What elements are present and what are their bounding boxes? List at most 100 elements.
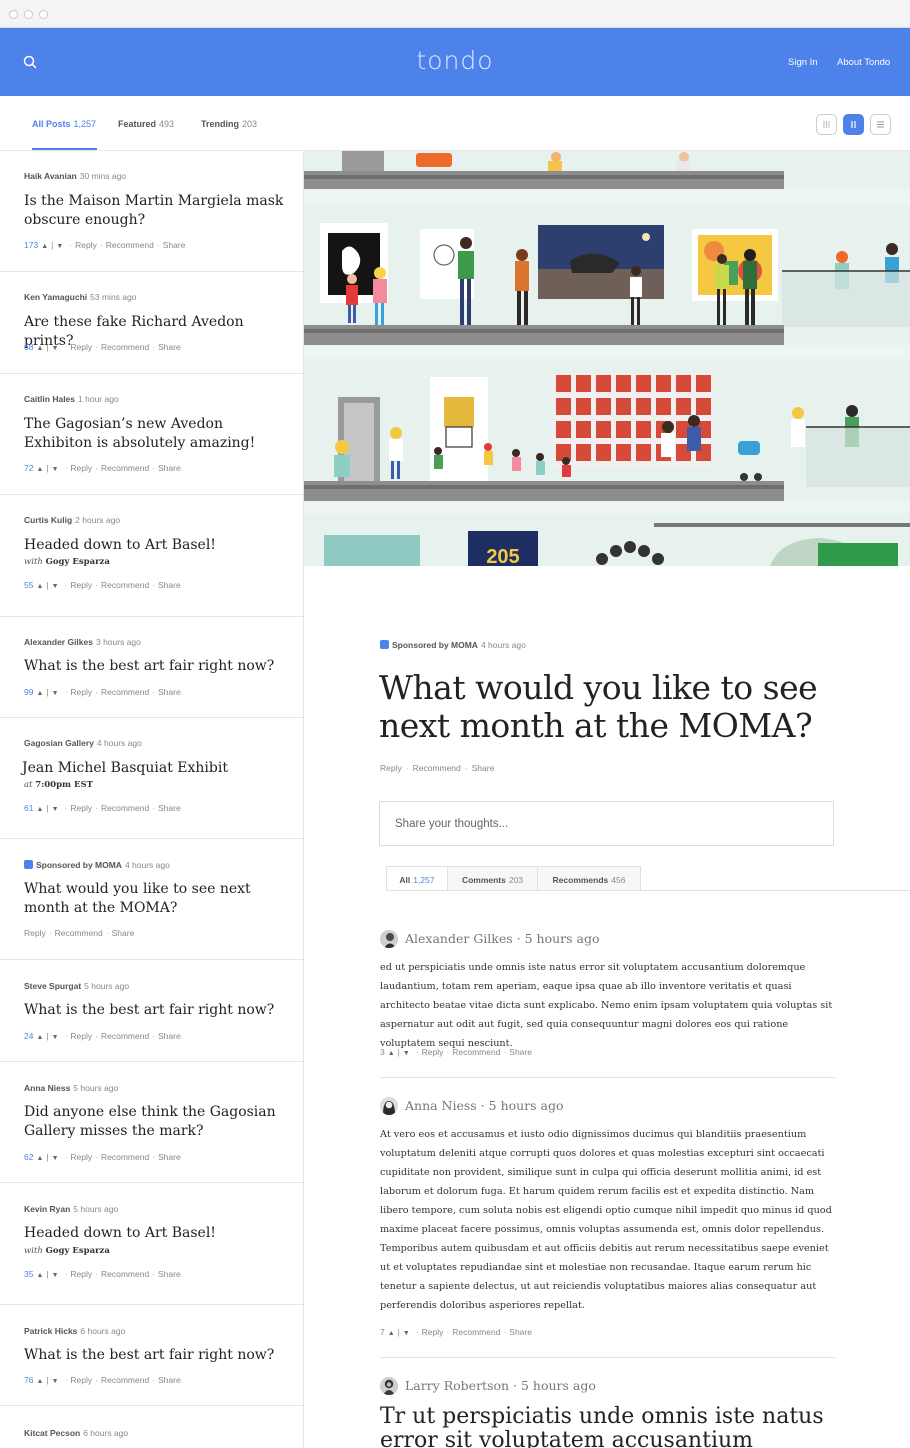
comment-author[interactable]: Alexander Gilkes · 5 hours ago bbox=[405, 931, 600, 946]
share-link[interactable]: Share bbox=[158, 342, 181, 352]
post-author[interactable]: Haik Avanian bbox=[24, 171, 77, 181]
logo[interactable]: tondo bbox=[0, 46, 910, 75]
upvote-icon[interactable]: ▲ bbox=[36, 806, 43, 813]
upvote-icon[interactable]: ▲ bbox=[41, 243, 48, 250]
downvote-icon[interactable]: ▼ bbox=[52, 1272, 59, 1279]
sign-in-link[interactable]: Sign In bbox=[788, 57, 818, 68]
downvote-icon[interactable]: ▼ bbox=[52, 806, 59, 813]
sponsored-post-item[interactable]: Sponsored by MOMA 4 hours ago What would … bbox=[0, 839, 303, 960]
upvote-icon[interactable]: ▲ bbox=[36, 1378, 43, 1385]
post-author[interactable]: Kevin Ryan bbox=[24, 1204, 70, 1214]
post-author[interactable]: Ken Yamaguchi bbox=[24, 292, 87, 302]
post-author[interactable]: Curtis Kulig bbox=[24, 515, 72, 525]
share-link[interactable]: Share bbox=[158, 1152, 181, 1162]
post-author[interactable]: Steve Spurgat bbox=[24, 981, 81, 991]
reply-link[interactable]: Reply bbox=[70, 463, 92, 473]
reply-link[interactable]: Reply bbox=[70, 1269, 92, 1279]
sponsor-name[interactable]: Sponsored by MOMA bbox=[392, 640, 478, 650]
reply-link[interactable]: Reply bbox=[422, 1047, 444, 1057]
reply-link[interactable]: Reply bbox=[70, 342, 92, 352]
post-item[interactable]: Gagosian Gallery 4 hours ago Jean Michel … bbox=[0, 718, 303, 839]
post-title[interactable]: What would you like to see next month at… bbox=[24, 880, 289, 918]
upvote-icon[interactable]: ▲ bbox=[36, 466, 43, 473]
window-close-button[interactable] bbox=[9, 10, 18, 19]
post-title[interactable]: Headed down to Art Basel! bbox=[24, 1224, 289, 1243]
downvote-icon[interactable]: ▼ bbox=[52, 583, 59, 590]
post-item[interactable]: Haik Avanian 30 mins ago Is the Maison Ma… bbox=[0, 151, 303, 272]
tab-trending[interactable]: Trending 203 bbox=[201, 119, 257, 129]
about-link[interactable]: About Tondo bbox=[837, 57, 890, 68]
recommend-link[interactable]: Recommend bbox=[452, 1327, 500, 1337]
window-minimize-button[interactable] bbox=[24, 10, 33, 19]
author-name[interactable]: Alexander Gilkes bbox=[405, 931, 513, 946]
post-author[interactable]: Anna Niess bbox=[24, 1083, 70, 1093]
recommend-link[interactable]: Recommend bbox=[101, 1269, 149, 1279]
post-item[interactable]: Kitcat Pecson 6 hours ago bbox=[0, 1406, 303, 1448]
downvote-icon[interactable]: ▼ bbox=[403, 1330, 410, 1337]
avatar[interactable] bbox=[380, 930, 398, 948]
recommend-link[interactable]: Recommend bbox=[55, 928, 103, 938]
post-title[interactable]: Did anyone else think the Gagosian Galle… bbox=[24, 1103, 289, 1141]
share-link[interactable]: Share bbox=[112, 928, 135, 938]
avatar[interactable] bbox=[380, 1097, 398, 1115]
recommend-link[interactable]: Recommend bbox=[101, 1375, 149, 1385]
post-title[interactable]: Headed down to Art Basel! bbox=[24, 536, 289, 555]
upvote-icon[interactable]: ▲ bbox=[36, 345, 43, 352]
share-thoughts-input[interactable] bbox=[379, 801, 834, 846]
upvote-icon[interactable]: ▲ bbox=[36, 690, 43, 697]
recommend-link[interactable]: Recommend bbox=[101, 803, 149, 813]
author-name[interactable]: Larry Robertson bbox=[405, 1378, 509, 1393]
post-item[interactable]: Caitlin Hales 1 hour ago The Gagosian’s n… bbox=[0, 374, 303, 495]
upvote-icon[interactable]: ▲ bbox=[388, 1050, 395, 1057]
downvote-icon[interactable]: ▼ bbox=[52, 1155, 59, 1162]
downvote-icon[interactable]: ▼ bbox=[52, 1378, 59, 1385]
reply-link[interactable]: Reply bbox=[380, 763, 402, 773]
post-author[interactable]: Sponsored by MOMA bbox=[36, 860, 122, 870]
recommend-link[interactable]: Recommend bbox=[101, 580, 149, 590]
post-title[interactable]: What is the best art fair right now? bbox=[24, 1346, 289, 1365]
comment-author[interactable]: Larry Robertson · 5 hours ago bbox=[405, 1378, 596, 1393]
post-title[interactable]: Jean Michel Basquiat Exhibit bbox=[22, 759, 287, 778]
subtitle-name[interactable]: Gogy Esparza bbox=[46, 557, 110, 567]
upvote-icon[interactable]: ▲ bbox=[36, 1155, 43, 1162]
share-link[interactable]: Share bbox=[158, 803, 181, 813]
recommend-link[interactable]: Recommend bbox=[106, 240, 154, 250]
post-item[interactable]: Curtis Kulig 2 hours ago Headed down to A… bbox=[0, 495, 303, 617]
downvote-icon[interactable]: ▼ bbox=[52, 690, 59, 697]
tab-recommends[interactable]: Recommends 456 bbox=[537, 866, 641, 891]
recommend-link[interactable]: Recommend bbox=[101, 463, 149, 473]
reply-link[interactable]: Reply bbox=[70, 1152, 92, 1162]
post-title[interactable]: Is the Maison Martin Margiela mask obscu… bbox=[24, 192, 289, 230]
post-item[interactable]: Steve Spurgat 5 hours ago What is the bes… bbox=[0, 960, 303, 1062]
tab-all-posts[interactable]: All Posts 1,257 bbox=[32, 119, 96, 129]
comment-author[interactable]: Anna Niess · 5 hours ago bbox=[405, 1098, 564, 1113]
post-author[interactable]: Alexander Gilkes bbox=[24, 637, 93, 647]
author-name[interactable]: Anna Niess bbox=[405, 1098, 477, 1113]
subtitle-name[interactable]: Gogy Esparza bbox=[46, 1246, 110, 1256]
share-link[interactable]: Share bbox=[158, 1031, 181, 1041]
share-link[interactable]: Share bbox=[158, 463, 181, 473]
list-view-button[interactable] bbox=[870, 114, 891, 135]
downvote-icon[interactable]: ▼ bbox=[52, 345, 59, 352]
avatar[interactable] bbox=[380, 1377, 398, 1395]
post-title[interactable]: The Gagosian’s new Avedon Exhibiton is a… bbox=[24, 415, 289, 453]
tab-comments[interactable]: Comments 203 bbox=[447, 866, 538, 891]
reply-link[interactable]: Reply bbox=[70, 580, 92, 590]
post-item[interactable]: Kevin Ryan 5 hours ago Headed down to Art… bbox=[0, 1183, 303, 1305]
column-view-button[interactable] bbox=[843, 114, 864, 135]
share-link[interactable]: Share bbox=[158, 1269, 181, 1279]
recommend-link[interactable]: Recommend bbox=[101, 1031, 149, 1041]
recommend-link[interactable]: Recommend bbox=[452, 1047, 500, 1057]
reply-link[interactable]: Reply bbox=[24, 928, 46, 938]
post-item[interactable]: Patrick Hicks 6 hours ago What is the bes… bbox=[0, 1305, 303, 1406]
post-item[interactable]: Ken Yamaguchi 53 mins ago Are these fake … bbox=[0, 272, 303, 374]
post-author[interactable]: Caitlin Hales bbox=[24, 394, 75, 404]
post-author[interactable]: Patrick Hicks bbox=[24, 1326, 77, 1336]
tab-featured[interactable]: Featured 493 bbox=[118, 119, 174, 129]
upvote-icon[interactable]: ▲ bbox=[388, 1330, 395, 1337]
recommend-link[interactable]: Recommend bbox=[101, 687, 149, 697]
downvote-icon[interactable]: ▼ bbox=[52, 1034, 59, 1041]
downvote-icon[interactable]: ▼ bbox=[403, 1050, 410, 1057]
post-item[interactable]: Alexander Gilkes 3 hours ago What is the … bbox=[0, 617, 303, 718]
upvote-icon[interactable]: ▲ bbox=[36, 583, 43, 590]
